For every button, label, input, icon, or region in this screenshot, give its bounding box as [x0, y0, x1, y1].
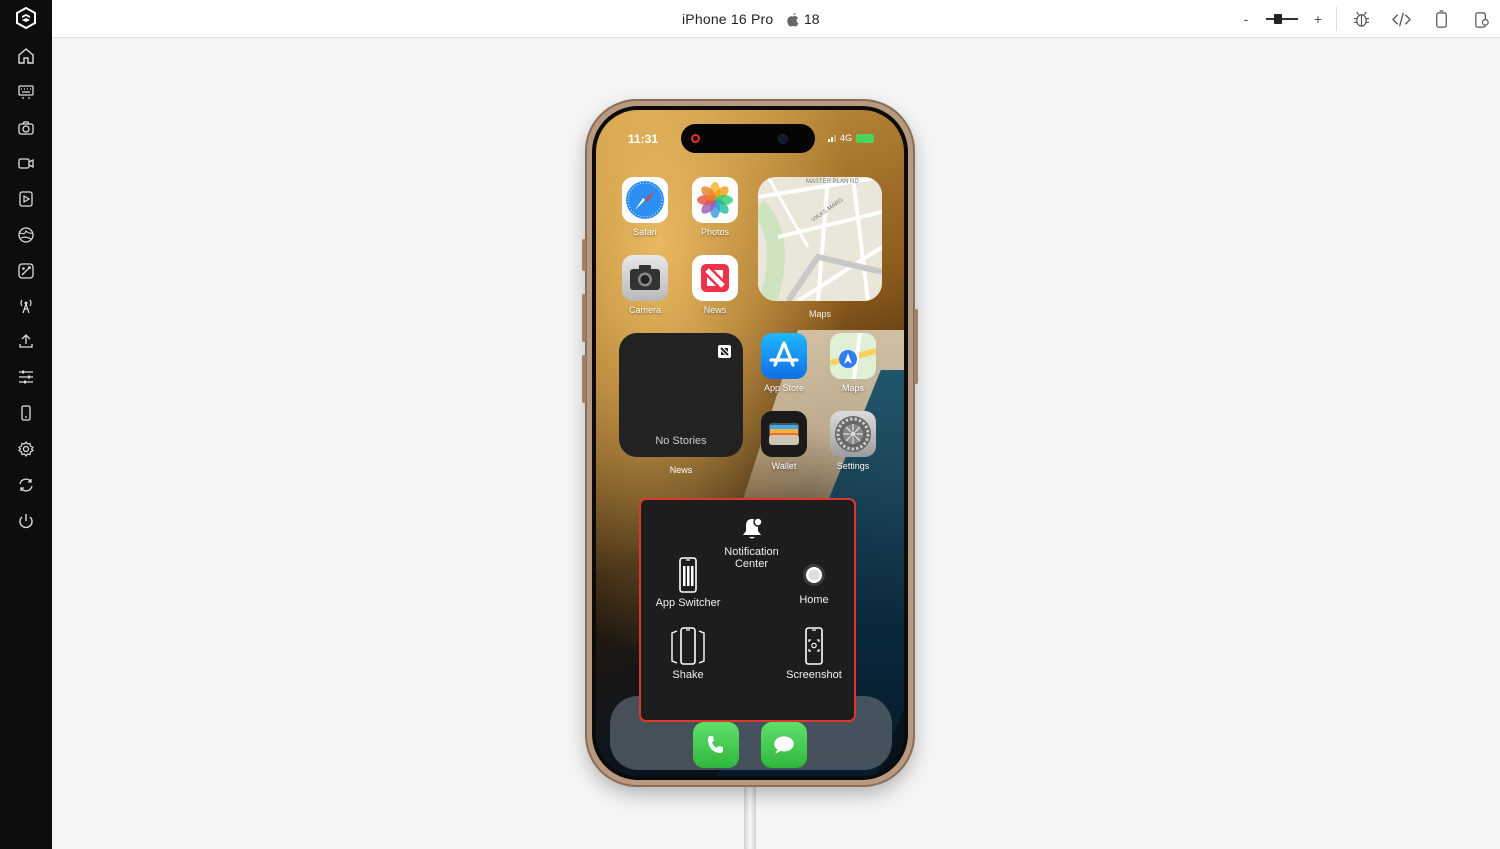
app-photos[interactable]: Photos	[685, 177, 745, 237]
screenshot-button[interactable]: Screenshot	[777, 627, 851, 681]
safari-icon	[622, 177, 668, 223]
app-safari[interactable]: Safari	[615, 177, 675, 237]
gear-icon[interactable]	[14, 437, 38, 461]
home-icon[interactable]	[14, 44, 38, 68]
map-image: MASTER PLAN RD VIKAS MARG	[758, 177, 882, 301]
antenna-icon[interactable]	[14, 294, 38, 318]
media-play-icon[interactable]	[14, 187, 38, 211]
toolbar-divider	[1336, 7, 1337, 31]
battery-icon	[856, 133, 875, 143]
home-label: Home	[799, 594, 829, 606]
volume-down-button	[582, 355, 586, 403]
app-maps[interactable]: Maps	[823, 333, 883, 393]
maps-widget-label: Maps	[808, 309, 831, 319]
volume-up-button	[582, 294, 586, 342]
sidebar	[0, 0, 52, 849]
image-edit-icon[interactable]	[14, 259, 38, 283]
sliders-icon[interactable]	[14, 365, 38, 389]
usb-cable	[744, 784, 756, 849]
os-version: 18	[786, 11, 820, 27]
camera-app-icon	[622, 255, 668, 301]
keyboard-icon[interactable]	[14, 80, 38, 104]
bell-icon	[714, 516, 789, 542]
sync-icon[interactable]	[14, 473, 38, 497]
video-icon[interactable]	[14, 151, 38, 175]
zoom-slider[interactable]	[1266, 12, 1298, 26]
app-appstore[interactable]: App Store	[754, 333, 814, 393]
app-label: Camera	[628, 305, 661, 315]
app-label: Wallet	[771, 461, 797, 471]
rotate-device-icon[interactable]	[1430, 8, 1452, 30]
zoom-slider-thumb[interactable]	[1274, 14, 1283, 24]
device-icon[interactable]	[14, 401, 38, 425]
home-circle-icon	[781, 560, 847, 590]
app-wallet[interactable]: Wallet	[754, 411, 814, 471]
front-camera	[778, 134, 788, 144]
camera-icon[interactable]	[14, 116, 38, 140]
news-widget-label: News	[669, 465, 693, 475]
home-button[interactable]: Home	[781, 560, 847, 606]
shake-icon	[651, 627, 725, 665]
map-street-label: MASTER PLAN RD	[806, 179, 859, 185]
device-name: iPhone 16 Pro	[682, 11, 774, 27]
screenshot-label: Screenshot	[786, 669, 842, 681]
app-news[interactable]: News	[685, 255, 745, 315]
maps-widget[interactable]: MASTER PLAN RD VIKAS MARG	[758, 177, 882, 301]
phone-app-icon[interactable]	[693, 722, 739, 768]
app-label: Settings	[836, 461, 870, 471]
app-switcher-icon	[649, 557, 727, 593]
news-widget-text: No Stories	[655, 435, 707, 447]
news-widget-icon	[718, 345, 731, 358]
app-logo-icon[interactable]	[15, 6, 37, 30]
app-label: Maps	[841, 383, 864, 393]
appstore-icon	[761, 333, 807, 379]
shake-button[interactable]: Shake	[651, 627, 725, 681]
app-label: App Store	[763, 383, 805, 393]
news-icon	[692, 255, 738, 301]
screenshot-icon	[777, 627, 851, 665]
app-settings[interactable]: Settings	[823, 411, 883, 471]
status-indicators: 4G	[828, 133, 875, 143]
network-type: 4G	[840, 133, 853, 143]
status-time: 11:31	[628, 132, 659, 146]
signal-icon	[828, 134, 836, 142]
app-switcher-label: App Switcher	[655, 597, 721, 609]
shake-label: Shake	[672, 669, 704, 681]
app-camera[interactable]: Camera	[615, 255, 675, 315]
recording-indicator-icon	[691, 134, 700, 143]
os-version-number: 18	[804, 11, 820, 27]
messages-app-icon[interactable]	[761, 722, 807, 768]
news-widget[interactable]: No Stories	[619, 333, 743, 457]
action-button	[582, 239, 586, 271]
wallet-icon	[761, 411, 807, 457]
app-label: Photos	[700, 227, 730, 237]
app-switcher-button[interactable]: App Switcher	[649, 557, 727, 609]
globe-icon[interactable]	[14, 223, 38, 247]
top-toolbar: iPhone 16 Pro 18 - +	[52, 0, 1500, 38]
app-label: Safari	[633, 227, 657, 237]
power-side-button	[914, 309, 918, 384]
zoom-in-button[interactable]: +	[1312, 8, 1324, 30]
power-icon[interactable]	[14, 509, 38, 533]
settings-icon	[830, 411, 876, 457]
dynamic-island	[681, 124, 815, 153]
upload-icon[interactable]	[14, 329, 38, 353]
maps-icon	[830, 333, 876, 379]
photos-icon	[692, 177, 738, 223]
assistive-touch-menu: Notification Center App Switcher Home Sh…	[639, 498, 856, 722]
app-label: News	[703, 305, 727, 315]
apple-icon	[787, 12, 799, 27]
code-icon[interactable]	[1390, 8, 1412, 30]
zoom-out-button[interactable]: -	[1240, 8, 1252, 30]
bug-icon[interactable]	[1350, 8, 1372, 30]
device-settings-icon[interactable]	[1470, 8, 1492, 30]
